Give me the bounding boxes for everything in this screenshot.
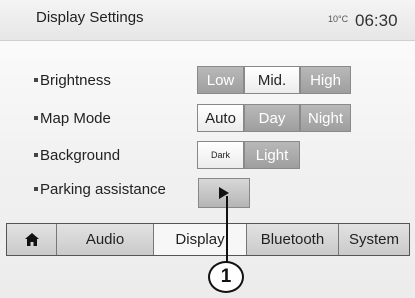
bullet-icon: [34, 116, 38, 121]
background-light-option[interactable]: Light: [244, 141, 300, 169]
clock: 06:30: [355, 11, 398, 30]
map-mode-night-option[interactable]: Night: [300, 104, 351, 132]
callout-line: [226, 196, 228, 262]
bullet-icon: [34, 187, 38, 192]
temperature-readout: 10°C: [328, 14, 349, 24]
tab-system[interactable]: System: [339, 224, 409, 255]
page-title: Display Settings: [36, 9, 144, 26]
tab-bar: Audio Display Bluetooth System: [6, 223, 410, 256]
callout-number: 1: [208, 261, 244, 293]
map-mode-auto-option[interactable]: Auto: [197, 104, 244, 132]
tab-bluetooth[interactable]: Bluetooth: [247, 224, 339, 255]
display-settings-screen: Display Settings 10°C 06:30 Brightness L…: [0, 0, 415, 298]
brightness-mid-option[interactable]: Mid.: [244, 66, 300, 94]
brightness-low-option[interactable]: Low: [197, 66, 244, 94]
tab-home[interactable]: [7, 224, 57, 255]
background-dark-option[interactable]: Dark: [197, 141, 244, 169]
brightness-label: Brightness: [34, 72, 111, 89]
brightness-high-option[interactable]: High: [300, 66, 351, 94]
bullet-icon: [34, 78, 38, 83]
map-mode-label: Map Mode: [34, 110, 111, 127]
home-icon: [24, 233, 39, 246]
map-mode-day-option[interactable]: Day: [244, 104, 300, 132]
parking-assistance-button[interactable]: [198, 178, 250, 208]
header-bar: Display Settings 10°C 06:30: [0, 0, 415, 41]
tab-display[interactable]: Display: [154, 224, 247, 255]
background-label: Background: [34, 147, 120, 164]
play-icon: [219, 187, 229, 199]
parking-assistance-label: Parking assistance: [34, 181, 166, 198]
tab-audio[interactable]: Audio: [57, 224, 154, 255]
bullet-icon: [34, 153, 38, 158]
